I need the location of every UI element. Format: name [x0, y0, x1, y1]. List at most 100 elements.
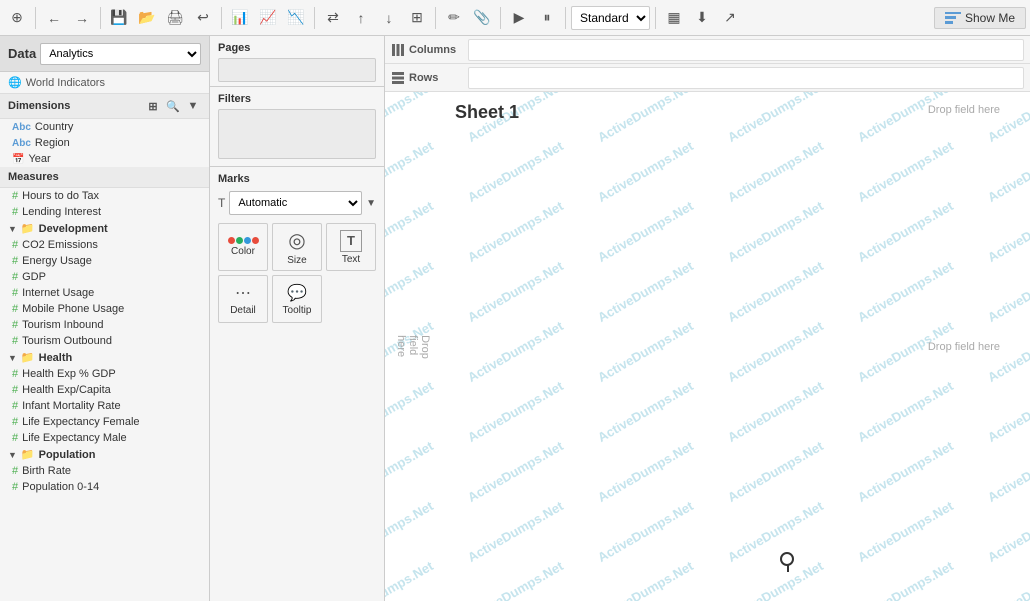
- field-internet[interactable]: # Internet Usage: [0, 285, 209, 301]
- field-mobile[interactable]: # Mobile Phone Usage: [0, 301, 209, 317]
- field-gdp-label: GDP: [22, 271, 46, 283]
- field-lending-interest[interactable]: # Lending Interest: [0, 204, 209, 220]
- show-me-label: Show Me: [965, 11, 1015, 25]
- hash-icon-co2: #: [12, 239, 18, 251]
- dimensions-grid-icon[interactable]: ⊞: [145, 98, 161, 114]
- open-btn[interactable]: 📂: [134, 5, 160, 31]
- calendar-icon: 📅: [12, 154, 24, 165]
- world-indicators[interactable]: 🌐 World Indicators: [0, 72, 209, 94]
- pause-btn[interactable]: ⏸: [534, 5, 560, 31]
- field-internet-label: Internet Usage: [22, 287, 94, 299]
- detail-btn[interactable]: ⋯ Detail: [218, 275, 268, 323]
- size-icon: ◎: [288, 228, 305, 253]
- field-life-male[interactable]: # Life Expectancy Male: [0, 430, 209, 446]
- sidebar-scroll[interactable]: Dimensions ⊞ 🔍 ▼ Abc Country Abc Region …: [0, 94, 209, 601]
- text-icon: T: [340, 230, 362, 252]
- middle-panel: Pages Filters Marks T Automatic ▼: [210, 36, 385, 601]
- save-btn[interactable]: 💾: [106, 5, 132, 31]
- color-btn[interactable]: Color: [218, 223, 268, 271]
- field-energy[interactable]: # Energy Usage: [0, 253, 209, 269]
- folder-icon-dev: 📁: [21, 222, 35, 235]
- chart2-btn[interactable]: 📈: [255, 5, 281, 31]
- size-label: Size: [287, 255, 306, 266]
- pages-drop-area[interactable]: [218, 58, 376, 82]
- field-region[interactable]: Abc Region: [0, 135, 209, 151]
- drop-btn[interactable]: ⬇: [689, 5, 715, 31]
- filter-btn[interactable]: ⊞: [404, 5, 430, 31]
- chart1-btn[interactable]: 📊: [227, 5, 253, 31]
- swap-btn[interactable]: ⇄: [320, 5, 346, 31]
- bars-btn[interactable]: ▦: [661, 5, 687, 31]
- columns-icon: [391, 43, 405, 57]
- group-population[interactable]: ▼ 📁 Population: [0, 446, 209, 463]
- size-btn[interactable]: ◎ Size: [272, 223, 322, 271]
- share-btn[interactable]: ↗: [717, 5, 743, 31]
- data-source-select[interactable]: Analytics: [40, 43, 201, 65]
- field-tourism-in[interactable]: # Tourism Inbound: [0, 317, 209, 333]
- hash-icon-pop: #: [12, 481, 18, 493]
- back-btn[interactable]: ←: [41, 5, 67, 31]
- field-region-label: Region: [35, 137, 70, 149]
- triangle-health: ▼: [8, 353, 17, 363]
- hash-icon-gdp: #: [12, 271, 18, 283]
- filters-drop-area[interactable]: [218, 109, 376, 159]
- field-mobile-label: Mobile Phone Usage: [22, 303, 124, 315]
- field-hours-tax[interactable]: # Hours to do Tax: [0, 188, 209, 204]
- tooltip-btn[interactable]: 💬 Tooltip: [272, 275, 322, 323]
- marks-type-select[interactable]: Automatic: [229, 191, 362, 215]
- field-birth-rate[interactable]: # Birth Rate: [0, 463, 209, 479]
- label-btn[interactable]: ✏: [441, 5, 467, 31]
- field-life-female[interactable]: # Life Expectancy Female: [0, 414, 209, 430]
- show-me-button[interactable]: Show Me: [934, 7, 1026, 29]
- forward-btn[interactable]: →: [69, 5, 95, 31]
- annotate-btn[interactable]: 📎: [469, 5, 495, 31]
- pages-title: Pages: [218, 42, 376, 54]
- drop-hint-left: Dropfieldhere: [395, 335, 431, 359]
- field-health-gdp[interactable]: # Health Exp % GDP: [0, 366, 209, 382]
- text-btn[interactable]: T Text: [326, 223, 376, 271]
- group-development[interactable]: ▼ 📁 Development: [0, 220, 209, 237]
- marks-type-row: T Automatic ▼: [218, 191, 376, 215]
- field-country[interactable]: Abc Country: [0, 119, 209, 135]
- field-infant[interactable]: # Infant Mortality Rate: [0, 398, 209, 414]
- columns-drop[interactable]: [468, 39, 1024, 61]
- cursor-indicator: [780, 552, 794, 566]
- sort-asc-btn[interactable]: ↑: [348, 5, 374, 31]
- sort-desc-btn[interactable]: ↓: [376, 5, 402, 31]
- field-gdp[interactable]: # GDP: [0, 269, 209, 285]
- drop-hint-rows: Drop field here: [928, 341, 1000, 353]
- rows-drop[interactable]: [468, 67, 1024, 89]
- hash-icon-tourism-in: #: [12, 319, 18, 331]
- field-health-capita[interactable]: # Health Exp/Capita: [0, 382, 209, 398]
- divider-5: [435, 7, 436, 29]
- field-tourism-in-label: Tourism Inbound: [22, 319, 103, 331]
- dimensions-search-icon[interactable]: 🔍: [165, 98, 181, 114]
- field-tourism-out[interactable]: # Tourism Outbound: [0, 333, 209, 349]
- divider-7: [565, 7, 566, 29]
- field-life-female-label: Life Expectancy Female: [22, 416, 139, 428]
- marks-buttons-grid: Color ◎ Size T Text ⋯ Detail: [218, 223, 376, 323]
- home-btn[interactable]: ⊕: [4, 5, 30, 31]
- drop-hint-columns: Drop field here: [928, 104, 1000, 116]
- dimensions-menu-icon[interactable]: ▼: [185, 98, 201, 114]
- tooltip-icon: 💬: [287, 283, 307, 303]
- field-country-label: Country: [35, 121, 74, 133]
- sidebar: Data Analytics 🌐 World Indicators Dimens…: [0, 36, 210, 601]
- field-pop-014[interactable]: # Population 0-14: [0, 479, 209, 495]
- detail-icon: ⋯: [235, 283, 251, 303]
- rows-shelf: Rows: [385, 64, 1030, 92]
- field-year[interactable]: 📅 Year: [0, 151, 209, 167]
- play-btn[interactable]: ▶: [506, 5, 532, 31]
- standard-select[interactable]: Standard: [571, 6, 650, 30]
- world-indicators-label: World Indicators: [26, 77, 105, 89]
- chart3-btn[interactable]: 📉: [283, 5, 309, 31]
- field-tourism-out-label: Tourism Outbound: [22, 335, 112, 347]
- canvas[interactable]: // Generate watermark pattern const cont…: [385, 92, 1030, 601]
- field-co2[interactable]: # CO2 Emissions: [0, 237, 209, 253]
- group-health[interactable]: ▼ 📁 Health: [0, 349, 209, 366]
- hash-icon-life-m: #: [12, 432, 18, 444]
- print-btn[interactable]: 🖨: [162, 5, 188, 31]
- show-me-icon: [945, 12, 961, 24]
- undo-btn[interactable]: ↩: [190, 5, 216, 31]
- field-infant-label: Infant Mortality Rate: [22, 400, 120, 412]
